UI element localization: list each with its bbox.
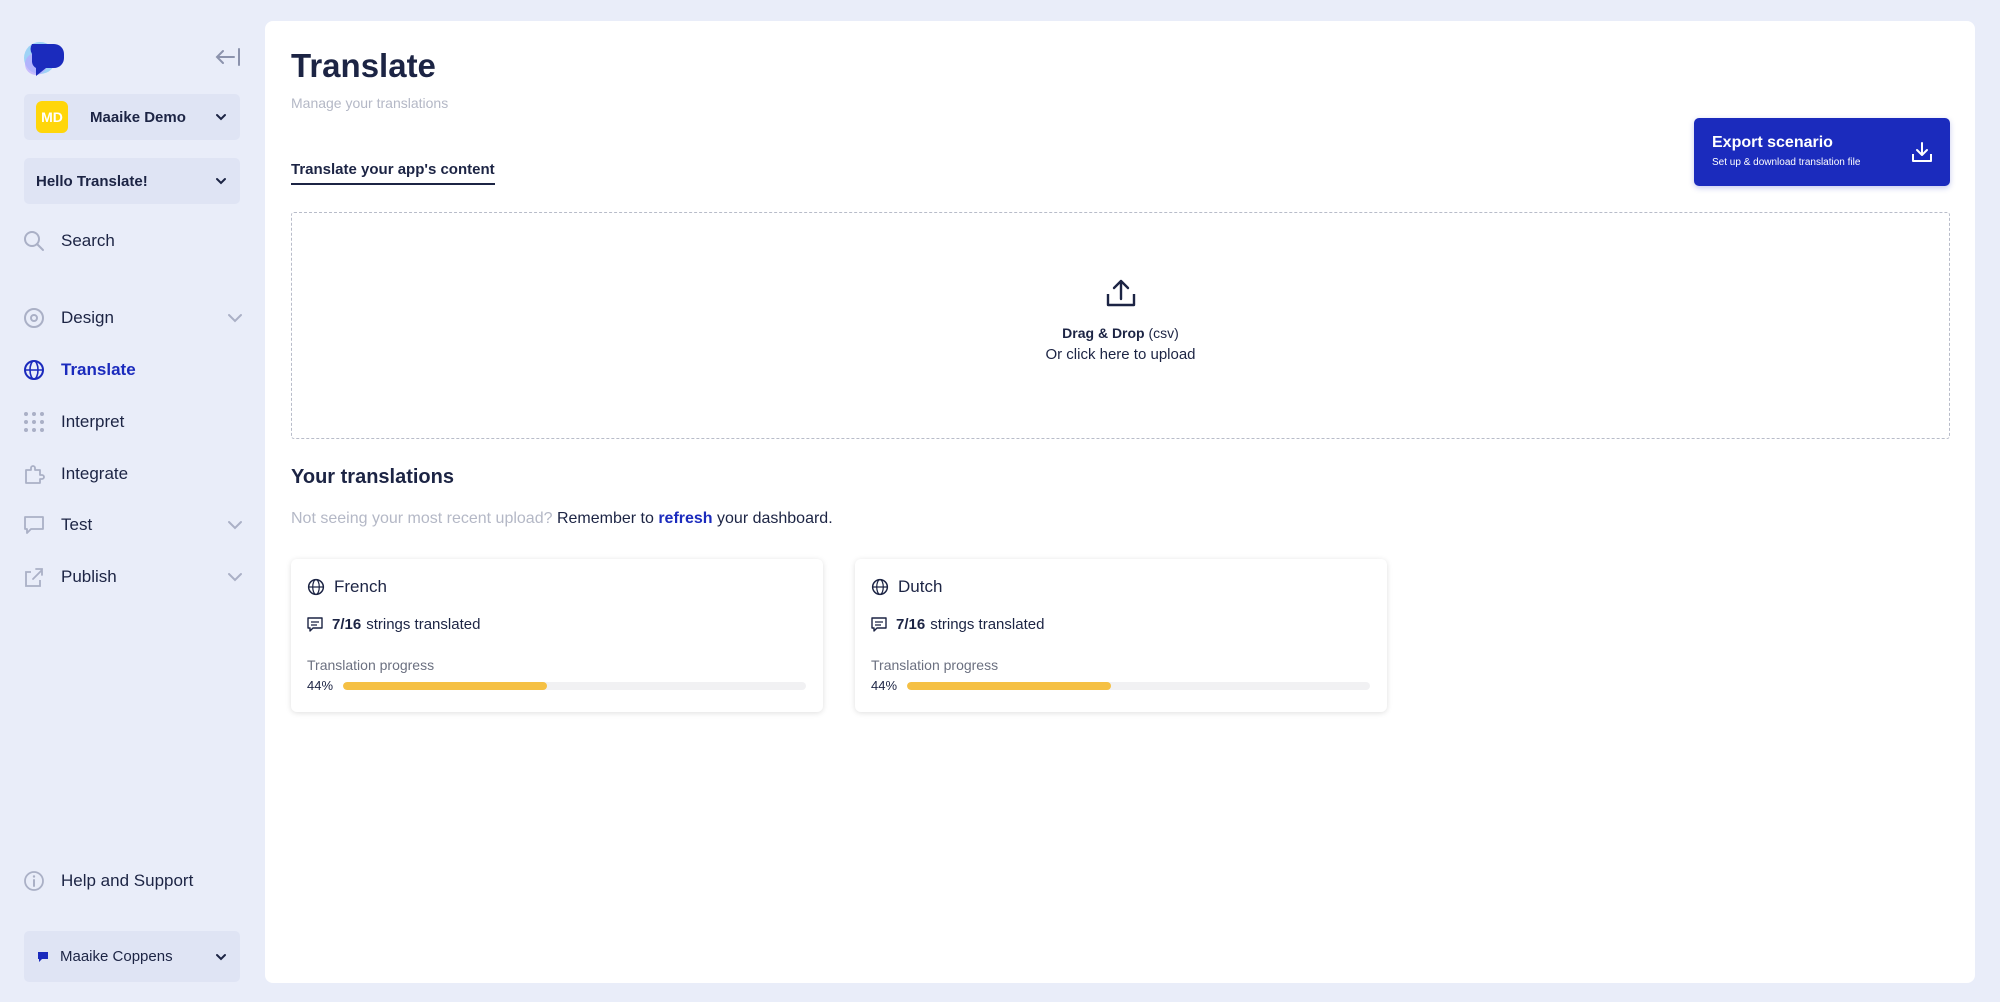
export-button-title: Export scenario xyxy=(1712,134,1833,151)
organization-avatar: MD xyxy=(36,101,68,133)
message-icon xyxy=(871,616,887,632)
dropzone-format: (csv) xyxy=(1148,325,1179,341)
upload-icon xyxy=(1106,279,1136,307)
nav-item-design[interactable]: Design xyxy=(22,302,244,334)
dots-grid-icon xyxy=(22,410,46,434)
strings-count-label: strings translated xyxy=(930,616,1045,633)
chevron-down-icon[interactable] xyxy=(226,309,244,327)
dropzone-title: Drag & Drop (csv) xyxy=(292,325,1949,341)
collapse-sidebar-icon[interactable] xyxy=(212,43,242,71)
refresh-hint: Not seeing your most recent upload? Reme… xyxy=(291,510,833,528)
chat-bubble-icon xyxy=(22,513,46,537)
hint-after: your dashboard. xyxy=(717,510,833,527)
page-subtitle: Manage your translations xyxy=(291,95,449,111)
page-title: Translate xyxy=(291,47,436,84)
progress-bar xyxy=(343,682,806,690)
hint-muted: Not seeing your most recent upload? xyxy=(291,510,553,527)
nav-label-search: Search xyxy=(61,231,115,250)
chevron-down-icon xyxy=(216,178,226,185)
progress-percent: 44% xyxy=(307,678,334,693)
puzzle-icon xyxy=(22,462,46,486)
language-name: Dutch xyxy=(898,577,943,596)
help-and-support-label: Help and Support xyxy=(61,871,194,890)
export-button-subtitle: Set up & download translation file xyxy=(1712,157,1861,168)
help-and-support-link[interactable]: Help and Support xyxy=(22,865,244,897)
chevron-down-icon xyxy=(216,953,226,960)
user-name: Maaike Coppens xyxy=(60,948,173,965)
progress-label: Translation progress xyxy=(307,657,435,673)
strings-count: 7/16 strings translated xyxy=(307,616,480,633)
user-avatar-icon xyxy=(38,951,48,962)
globe-icon xyxy=(307,578,325,596)
progress-bar-fill xyxy=(907,682,1111,690)
download-icon xyxy=(1912,142,1932,162)
nav-item-search[interactable]: Search xyxy=(22,225,244,257)
organization-name: Maaike Demo xyxy=(90,108,186,126)
nav-label-design: Design xyxy=(61,308,114,327)
organization-selector[interactable]: MD Maaike Demo xyxy=(24,94,240,140)
strings-count-value: 7/16 xyxy=(896,616,926,633)
nav-label-translate: Translate xyxy=(61,360,136,379)
nav-item-test[interactable]: Test xyxy=(22,509,244,541)
chevron-down-icon[interactable] xyxy=(226,516,244,534)
nav-item-interpret[interactable]: Interpret xyxy=(22,406,244,438)
refresh-link[interactable]: refresh xyxy=(658,510,712,527)
card-header: Dutch xyxy=(871,577,942,597)
progress-bar-fill xyxy=(343,682,547,690)
csv-upload-dropzone[interactable]: Drag & Drop (csv) Or click here to uploa… xyxy=(291,212,1950,439)
nav-item-publish[interactable]: Publish xyxy=(22,561,244,593)
strings-count-label: strings translated xyxy=(366,616,481,633)
app-name: Hello Translate! xyxy=(36,172,148,190)
main-panel: Translate Manage your translations Trans… xyxy=(265,21,1975,983)
nav-item-translate[interactable]: Translate xyxy=(22,354,244,386)
search-icon xyxy=(22,229,46,253)
translation-card-french[interactable]: French 7/16 strings translated Translati… xyxy=(291,559,823,712)
language-name: French xyxy=(334,577,387,596)
export-scenario-button[interactable]: Export scenario Set up & download transl… xyxy=(1694,118,1950,186)
chevron-down-icon xyxy=(216,114,226,121)
progress-label: Translation progress xyxy=(871,657,999,673)
nav-label-integrate: Integrate xyxy=(61,464,129,483)
globe-icon xyxy=(871,578,889,596)
progress-bar xyxy=(907,682,1370,690)
user-menu[interactable]: Maaike Coppens xyxy=(24,931,240,982)
dropzone-instruction: Or click here to upload xyxy=(1045,346,1196,363)
nav-item-integrate[interactable]: Integrate xyxy=(22,458,244,490)
app-selector[interactable]: Hello Translate! xyxy=(24,158,240,204)
sidebar: MD Maaike Demo Hello Translate! Search D… xyxy=(0,0,265,1002)
dropzone-strong: Drag & Drop xyxy=(1062,325,1145,341)
share-icon xyxy=(22,565,46,589)
chevron-down-icon[interactable] xyxy=(226,568,244,586)
nav-label-interpret: Interpret xyxy=(61,412,125,431)
message-icon xyxy=(307,616,323,632)
nav-label-publish: Publish xyxy=(61,567,117,586)
progress-percent: 44% xyxy=(871,678,898,693)
globe-icon xyxy=(22,358,46,382)
hint-before: Remember to xyxy=(556,510,654,527)
section-title: Your translations xyxy=(291,466,454,488)
nav-label-test: Test xyxy=(61,515,93,534)
app-logo[interactable] xyxy=(22,36,68,80)
tab-translate-content[interactable]: Translate your app's content xyxy=(291,161,495,185)
card-header: French xyxy=(307,577,387,597)
strings-count: 7/16 strings translated xyxy=(871,616,1044,633)
info-icon xyxy=(22,869,46,893)
translation-card-dutch[interactable]: Dutch 7/16 strings translated Translatio… xyxy=(855,559,1387,712)
palette-icon xyxy=(22,306,46,330)
strings-count-value: 7/16 xyxy=(332,616,362,633)
